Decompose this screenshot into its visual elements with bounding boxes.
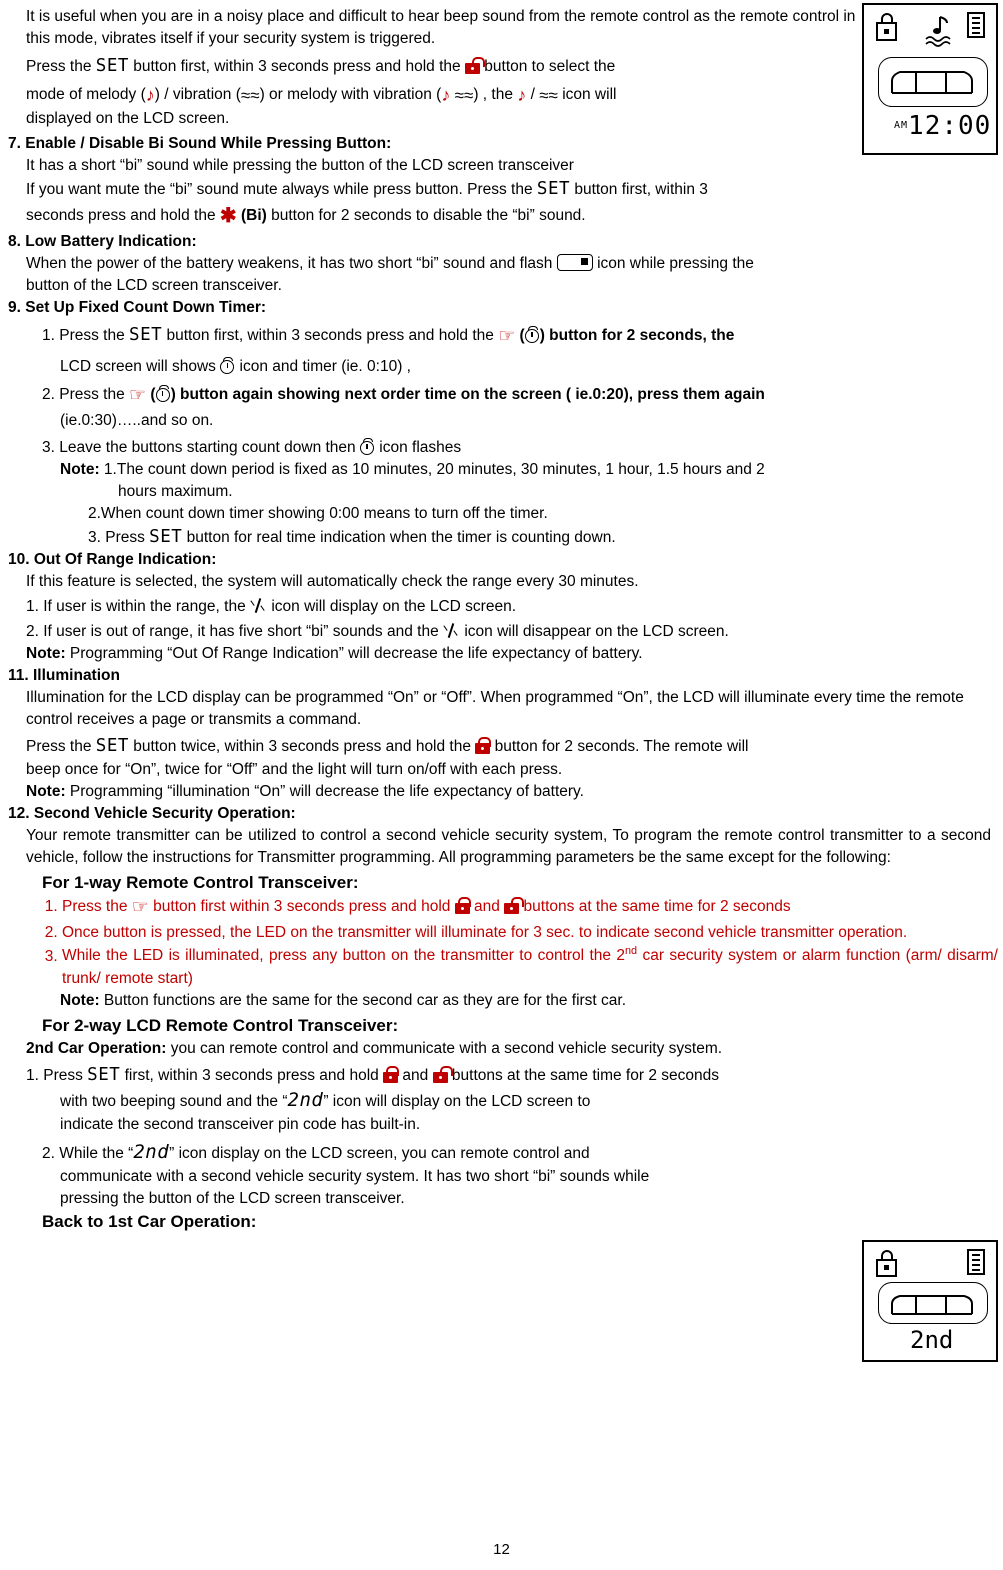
trunk-icon: ☞ bbox=[498, 325, 516, 347]
section-10-line1: If this feature is selected, the system … bbox=[26, 573, 639, 591]
section-8-heading: 8. Low Battery Indication: bbox=[8, 232, 197, 250]
section-11-heading: 11. Illumination bbox=[8, 667, 120, 685]
section-9-item2b: (ie.0:30)…..and so on. bbox=[60, 411, 214, 429]
lock-button-icon bbox=[475, 737, 492, 755]
lcd-2nd-display: 2nd bbox=[910, 1326, 954, 1354]
antenna-range-icon bbox=[250, 597, 267, 614]
intro-line2: Press the SET button first, within 3 sec… bbox=[26, 56, 616, 76]
manual-body: It is useful when you are in a noisy pla… bbox=[8, 6, 998, 1235]
vibration-icon-3: ≈≈ bbox=[539, 85, 558, 105]
unlock-button-icon bbox=[464, 57, 485, 74]
set-label-9b: SET bbox=[149, 526, 183, 547]
section-9-item3: 3. Leave the buttons starting count down… bbox=[42, 437, 462, 456]
section-12-heading: 12. Second Vehicle Security Operation: bbox=[8, 805, 296, 823]
lcd-2nd-glyph-2: 2nd bbox=[133, 1141, 170, 1164]
vibration-icon: ≈≈ bbox=[240, 85, 260, 105]
set-label-9: SET bbox=[129, 324, 163, 345]
2way-step-1b: with two beeping sound and the “2nd” ico… bbox=[60, 1089, 591, 1112]
section-7-line2: If you want mute the “bi” sound mute alw… bbox=[26, 179, 708, 200]
intro-line4: displayed on the LCD screen. bbox=[26, 110, 230, 128]
section-9-item2: 2. Press the ☞ () button again showing n… bbox=[42, 384, 765, 406]
timer-clock-icon-2 bbox=[220, 356, 235, 374]
section-11-line1: Illumination for the LCD display can be … bbox=[26, 689, 964, 729]
timer-clock-icon bbox=[524, 325, 540, 343]
section-11-note: Note: Programming “illumination “On” wil… bbox=[26, 783, 584, 801]
manual-page: AM12:00 2nd It is useful when you are in… bbox=[0, 0, 1003, 1570]
car-icon-lcd-bottom bbox=[891, 1295, 973, 1315]
1way-steps-list: Press the ☞ button first within 3 second… bbox=[8, 895, 998, 989]
section-9-heading: 9. Set Up Fixed Count Down Timer: bbox=[8, 298, 267, 316]
list-item: Once button is pressed, the LED on the t… bbox=[62, 922, 998, 944]
intro-line3: mode of melody (♪) / vibration (≈≈) or m… bbox=[26, 84, 617, 105]
list-item: Press the ☞ button first within 3 second… bbox=[62, 895, 998, 922]
melody-note-icon-2: ♪ bbox=[441, 84, 451, 105]
section-8-line1: When the power of the battery weakens, i… bbox=[26, 253, 754, 272]
trunk-icon-3: ☞ bbox=[131, 897, 149, 919]
set-label-7: SET bbox=[536, 179, 571, 200]
section-9-item1: 1. Press the SET button first, within 3 … bbox=[42, 324, 735, 347]
section-10-line3: 2. If user is out of range, it has five … bbox=[26, 622, 729, 641]
list-item: While the LED is illuminated, press any … bbox=[62, 944, 998, 989]
section-10-note: Note: Programming “Out Of Range Indicati… bbox=[26, 645, 643, 663]
set-label-12: SET bbox=[87, 1064, 121, 1085]
section-12-note-1way: Note: Button functions are the same for … bbox=[60, 991, 627, 1009]
melody-note-icon-3: ♪ bbox=[517, 84, 527, 105]
intro-paragraph: It is useful when you are in a noisy pla… bbox=[26, 8, 856, 47]
lock-button-icon-2 bbox=[454, 897, 471, 915]
section-7-heading: 7. Enable / Disable Bi Sound While Press… bbox=[8, 135, 392, 153]
2nd-car-operation-line: 2nd Car Operation: you can remote contro… bbox=[26, 1039, 723, 1057]
section-10-line2: 1. If user is within the range, the icon… bbox=[26, 597, 516, 616]
section-12-paragraph: Your remote transmitter can be utilized … bbox=[26, 827, 991, 867]
bi-star-icon: ✱ bbox=[219, 205, 237, 228]
section-11-line2: Press the SET button twice, within 3 sec… bbox=[26, 736, 749, 757]
set-label-11: SET bbox=[95, 736, 129, 757]
section-9-item1b: LCD screen will shows icon and timer (ie… bbox=[60, 356, 411, 375]
antenna-range-icon-2 bbox=[443, 622, 460, 639]
lock-button-icon-3 bbox=[383, 1065, 400, 1083]
sub-heading-1way: For 1-way Remote Control Transceiver: bbox=[42, 873, 359, 893]
section-9-note2: 2.When count down timer showing 0:00 mea… bbox=[88, 504, 548, 522]
2way-step-2: 2. While the “2nd” icon display on the L… bbox=[42, 1141, 590, 1164]
vibration-icon-2: ≈≈ bbox=[454, 85, 474, 105]
section-9-note1: Note: 1.The count down period is fixed a… bbox=[60, 460, 765, 478]
2way-step-2b: communicate with a second vehicle securi… bbox=[60, 1168, 650, 1186]
section-9-note1b: hours maximum. bbox=[118, 482, 233, 500]
section-10-heading: 10. Out Of Range Indication: bbox=[8, 551, 217, 569]
timer-clock-icon-3 bbox=[155, 384, 171, 402]
unlock-button-icon-2 bbox=[504, 897, 525, 915]
back-to-1st-car-heading: Back to 1st Car Operation: bbox=[42, 1212, 257, 1232]
low-battery-icon bbox=[556, 253, 593, 271]
page-number: 12 bbox=[493, 1541, 510, 1558]
lock-icon-lcd-bottom bbox=[876, 1250, 897, 1277]
trunk-icon-2: ☞ bbox=[129, 384, 147, 406]
sub-heading-2way: For 2-way LCD Remote Control Transceiver… bbox=[42, 1015, 399, 1035]
unlock-button-icon-3 bbox=[432, 1065, 453, 1083]
set-button-label: SET bbox=[95, 56, 129, 76]
section-7-line3: seconds press and hold the ✱ (Bi) button… bbox=[26, 205, 586, 228]
melody-note-icon: ♪ bbox=[145, 84, 155, 105]
2way-step-1c: indicate the second transceiver pin code… bbox=[60, 1116, 421, 1134]
section-9-note3: 3. Press SET button for real time indica… bbox=[88, 526, 616, 547]
lcd-2nd-glyph-1: 2nd bbox=[287, 1089, 324, 1112]
section-7-line1: It has a short “bi” sound while pressing… bbox=[26, 157, 574, 175]
timer-clock-icon-4 bbox=[359, 437, 375, 455]
section-8-line2: button of the LCD screen transceiver. bbox=[26, 276, 282, 294]
2way-step-1: 1. Press SET first, within 3 seconds pre… bbox=[26, 1064, 719, 1085]
lcd-remote-illustration-bottom: 2nd bbox=[862, 1240, 998, 1362]
2way-step-2c: pressing the button of the LCD screen tr… bbox=[60, 1190, 405, 1208]
battery-icon-lcd-bottom bbox=[967, 1249, 985, 1275]
section-11-line3: beep once for “On”, twice for “Off” and … bbox=[26, 761, 563, 779]
